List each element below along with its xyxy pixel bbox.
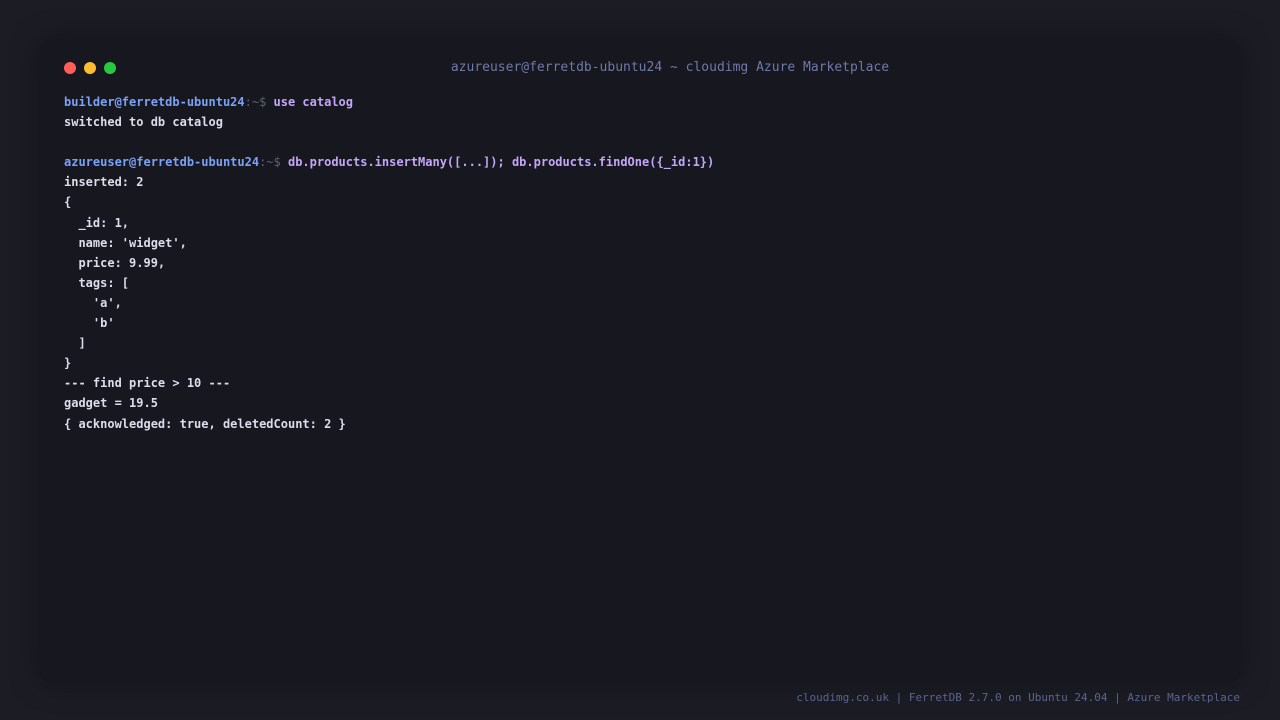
output-line: tags: [ (64, 275, 130, 290)
output-line: ] (64, 336, 86, 351)
footer-caption: cloudimg.co.uk | FerretDB 2.7.0 on Ubunt… (796, 691, 1240, 704)
output-line: --- find price > 10 --- (64, 376, 231, 391)
output-line: name: 'widget', (64, 235, 187, 250)
output-line: _id: 1, (64, 215, 130, 230)
output-line: 'a', (64, 295, 122, 310)
terminal-window: azureuser@ferretdb-ubuntu24 ~ cloudimg A… (40, 40, 1240, 682)
prompt-user-host: azureuser@ferretdb-ubuntu24 (64, 155, 260, 170)
terminal-output[interactable]: builder@ferretdb-ubuntu24:~$ use catalog… (64, 92, 1214, 434)
output-line: switched to db catalog (64, 115, 223, 130)
output-line: inserted: 2 (64, 175, 144, 190)
prompt-line: azureuser@ferretdb-ubuntu24:~$ db.produc… (64, 152, 1214, 172)
window-title: azureuser@ferretdb-ubuntu24 ~ cloudimg A… (450, 60, 890, 75)
prompt-line: builder@ferretdb-ubuntu24:~$ use catalog (64, 92, 1214, 112)
output-line: price: 9.99, (64, 255, 166, 270)
prompt-separator: :~$ (244, 95, 274, 109)
output-line: { acknowledged: true, deletedCount: 2 } (64, 416, 346, 431)
output-line: } (64, 356, 72, 371)
output-line: { (64, 195, 72, 210)
prompt-user-host: builder@ferretdb-ubuntu24 (64, 95, 245, 109)
output-line: gadget = 19.5 (64, 396, 158, 411)
command-text: use catalog (273, 95, 354, 109)
output-line: 'b' (64, 316, 115, 331)
title-bar: azureuser@ferretdb-ubuntu24 ~ cloudimg A… (40, 58, 1240, 78)
prompt-separator: :~$ (259, 155, 288, 170)
command-text: db.products.insertMany([...]); db.produc… (287, 155, 715, 170)
